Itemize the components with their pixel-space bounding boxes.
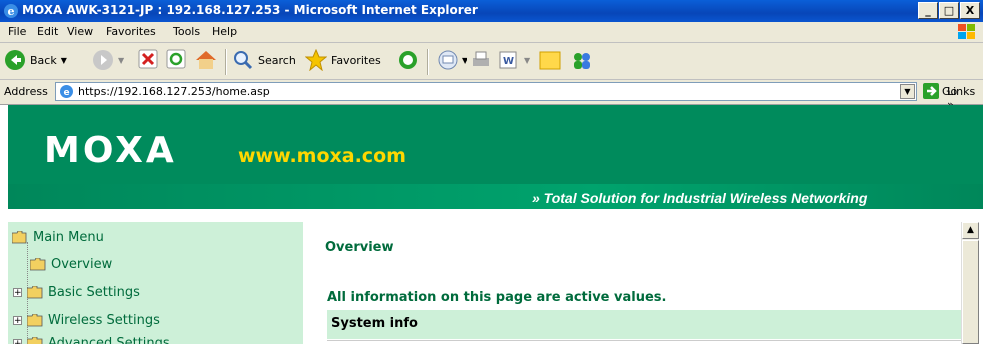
nav-item-overview-label: Overview	[51, 257, 113, 272]
expand-icon[interactable]: +	[13, 288, 22, 298]
nav-item-basic-settings-label: Basic Settings	[48, 285, 140, 300]
open-folder-icon	[12, 231, 27, 244]
edit-icon[interactable]: W ▼	[498, 49, 532, 71]
address-url: https://192.168.127.253/home.asp	[78, 85, 270, 98]
menu-bar: File Edit View Favorites Tools Help	[0, 22, 983, 43]
search-button[interactable]: Search	[232, 49, 296, 71]
svg-text:e: e	[8, 5, 15, 18]
minimize-button[interactable]: _	[918, 2, 938, 19]
svg-text:W: W	[503, 56, 514, 67]
stop-icon[interactable]	[138, 49, 158, 69]
nav-main-menu[interactable]: Main Menu	[12, 230, 104, 245]
menu-favorites[interactable]: Favorites	[106, 25, 156, 38]
address-dropdown-icon[interactable]: ▼	[900, 84, 915, 99]
search-icon	[234, 51, 253, 70]
nav-item-wireless-settings[interactable]: + Wireless Settings	[13, 313, 160, 328]
moxa-banner: MOXA www.moxa.com » Total Solution for I…	[8, 105, 983, 209]
expand-icon[interactable]: +	[13, 339, 22, 344]
vertical-scrollbar[interactable]: ▲	[961, 222, 979, 344]
back-arrow-icon	[5, 50, 25, 70]
favorites-label: Favorites	[331, 53, 381, 67]
star-icon	[305, 49, 327, 71]
page-viewport: MOXA www.moxa.com » Total Solution for I…	[0, 105, 983, 344]
menu-edit[interactable]: Edit	[37, 25, 58, 38]
print-icon[interactable]	[470, 49, 492, 71]
search-label: Search	[258, 53, 296, 67]
nav-item-wireless-settings-label: Wireless Settings	[48, 313, 160, 328]
main-menu-tree: Main Menu Overview + Basic Settings + Wi…	[8, 222, 303, 344]
folder-icon	[30, 258, 46, 271]
menu-help[interactable]: Help	[212, 25, 237, 38]
refresh-icon[interactable]	[166, 49, 186, 69]
scroll-thumb[interactable]	[962, 240, 979, 344]
window-title-bar: e MOXA AWK-3121-JP : 192.168.127.253 - M…	[0, 0, 983, 22]
chevron-down-icon[interactable]: ▼	[118, 56, 124, 65]
active-values-note: All information on this page are active …	[327, 290, 667, 305]
back-label: Back	[30, 53, 57, 67]
address-bar: Address e https://192.168.127.253/home.a…	[0, 80, 983, 111]
history-icon[interactable]	[397, 49, 419, 71]
svg-text:▼: ▼	[462, 56, 467, 65]
scroll-up-icon[interactable]: ▲	[962, 222, 979, 239]
svg-text:e: e	[63, 88, 69, 98]
system-info-header: System info	[327, 310, 961, 339]
system-info-label: System info	[331, 316, 418, 331]
system-info-row	[327, 340, 961, 344]
notes-icon[interactable]	[538, 49, 562, 71]
windows-logo-icon	[958, 24, 975, 39]
mail-icon[interactable]: ▼	[437, 49, 467, 71]
ie-icon: e	[4, 4, 18, 18]
home-icon[interactable]	[194, 49, 218, 71]
moxa-logo: MOXA	[44, 130, 177, 171]
standard-toolbar: Back ▼ ▼ Search Favorites ▼ W ▼	[0, 43, 983, 80]
address-label: Address	[4, 85, 48, 98]
links-label: Links	[947, 85, 976, 98]
nav-item-overview[interactable]: Overview	[30, 257, 112, 272]
forward-button[interactable]: ▼	[92, 49, 124, 71]
menu-tools[interactable]: Tools	[173, 25, 200, 38]
main-frame: Overview All information on this page ar…	[303, 222, 961, 344]
moxa-site-link[interactable]: www.moxa.com	[238, 145, 406, 167]
page-title: Overview	[325, 240, 394, 255]
menu-file[interactable]: File	[8, 25, 26, 38]
window-title: MOXA AWK-3121-JP : 192.168.127.253 - Mic…	[22, 3, 478, 17]
menu-view[interactable]: View	[67, 25, 93, 38]
chevron-down-icon[interactable]: ▼	[61, 56, 67, 65]
folder-icon	[27, 286, 43, 299]
folder-icon	[27, 314, 43, 327]
nav-item-basic-settings[interactable]: + Basic Settings	[13, 285, 140, 300]
messenger-icon[interactable]	[570, 49, 594, 71]
favorites-button[interactable]: Favorites	[305, 49, 381, 71]
folder-icon	[27, 337, 43, 344]
nav-item-advanced-settings[interactable]: + Advanced Settings	[13, 336, 170, 344]
svg-text:▼: ▼	[524, 56, 531, 65]
page-icon: e	[60, 85, 73, 98]
forward-arrow-icon	[93, 50, 113, 70]
nav-main-menu-label: Main Menu	[33, 230, 104, 245]
maximize-button[interactable]: □	[939, 2, 959, 19]
address-input[interactable]: e https://192.168.127.253/home.asp ▼	[55, 82, 917, 101]
nav-item-advanced-settings-label: Advanced Settings	[48, 336, 170, 344]
banner-slogan: » Total Solution for Industrial Wireless…	[532, 190, 868, 206]
back-button[interactable]: Back ▼	[4, 49, 67, 71]
expand-icon[interactable]: +	[13, 316, 22, 326]
close-button[interactable]: X	[960, 2, 980, 19]
go-arrow-icon	[923, 83, 939, 99]
